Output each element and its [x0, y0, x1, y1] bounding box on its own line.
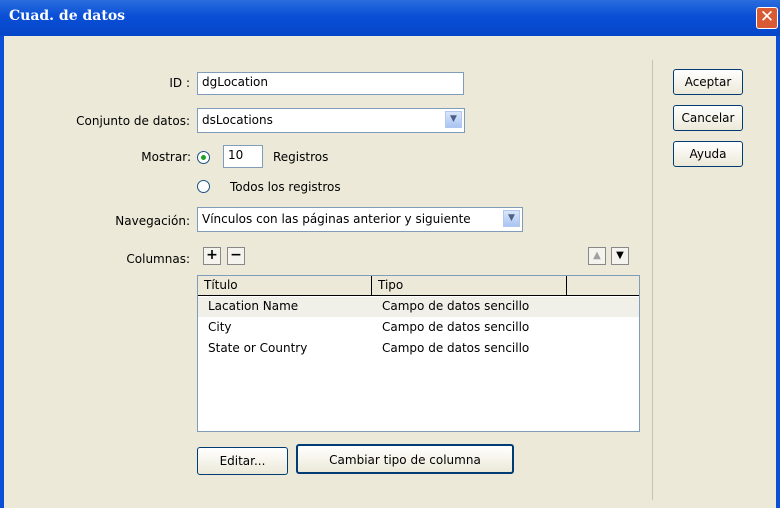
move-up-button[interactable]: ▲ [588, 247, 606, 265]
show-label: Mostrar: [141, 150, 191, 164]
records-unit-label: Registros [273, 150, 329, 164]
row-type: Campo de datos sencillo [382, 320, 530, 334]
table-row[interactable]: Lacation Name Campo de datos sencillo [198, 297, 639, 317]
all-records-label: Todos los registros [230, 180, 341, 194]
close-button[interactable]: ✕ [756, 7, 778, 29]
cancel-button[interactable]: Cancelar [673, 105, 743, 131]
row-title: City [208, 320, 232, 334]
move-down-button[interactable]: ▼ [611, 247, 629, 265]
help-button[interactable]: Ayuda [673, 141, 743, 167]
navigation-select[interactable]: Vínculos con las páginas anterior y sigu… [197, 207, 523, 232]
close-icon: ✕ [759, 7, 775, 27]
divider [652, 60, 653, 500]
radio-selected-dot [201, 155, 206, 160]
window-title: Cuad. de datos [9, 8, 126, 24]
change-column-type-button[interactable]: Cambiar tipo de columna [296, 444, 514, 474]
minus-icon: − [230, 247, 242, 263]
column-header-type[interactable]: Tipo [372, 276, 567, 296]
plus-icon: + [206, 247, 218, 263]
id-input[interactable]: dgLocation [197, 72, 464, 95]
row-title: Lacation Name [208, 299, 299, 313]
row-title: State or Country [208, 341, 308, 355]
row-type: Campo de datos sencillo [382, 341, 530, 355]
column-header-title[interactable]: Título [198, 276, 372, 296]
chevron-down-icon[interactable]: ▼ [503, 210, 520, 227]
id-label: ID : [169, 76, 190, 90]
ok-button[interactable]: Aceptar [673, 69, 743, 95]
table-row[interactable]: State or Country Campo de datos sencillo [198, 339, 639, 359]
dataset-select[interactable]: dsLocations ▼ [197, 108, 465, 133]
radio-show-records[interactable] [197, 151, 210, 164]
radio-all-records[interactable] [197, 180, 210, 193]
edit-button[interactable]: Editar... [197, 447, 288, 475]
remove-column-button[interactable]: − [227, 247, 245, 265]
dataset-label: Conjunto de datos: [76, 114, 190, 128]
add-column-button[interactable]: + [203, 247, 221, 265]
chevron-down-icon[interactable]: ▼ [445, 111, 462, 128]
columns-table[interactable]: Título Tipo Lacation Name Campo de datos… [197, 275, 640, 432]
row-type: Campo de datos sencillo [382, 299, 530, 313]
dialog-body [0, 36, 780, 508]
title-bar: Cuad. de datos ✕ [0, 0, 780, 36]
navigation-value: Vínculos con las páginas anterior y sigu… [202, 212, 471, 226]
arrow-up-icon: ▲ [593, 250, 601, 261]
arrow-down-icon: ▼ [616, 250, 624, 261]
dataset-value: dsLocations [202, 113, 273, 127]
navigation-label: Navegación: [115, 214, 190, 228]
records-count-input[interactable]: 10 [223, 145, 263, 168]
columns-label: Columnas: [126, 252, 190, 266]
column-header-spacer [567, 276, 639, 296]
table-row[interactable]: City Campo de datos sencillo [198, 318, 639, 338]
